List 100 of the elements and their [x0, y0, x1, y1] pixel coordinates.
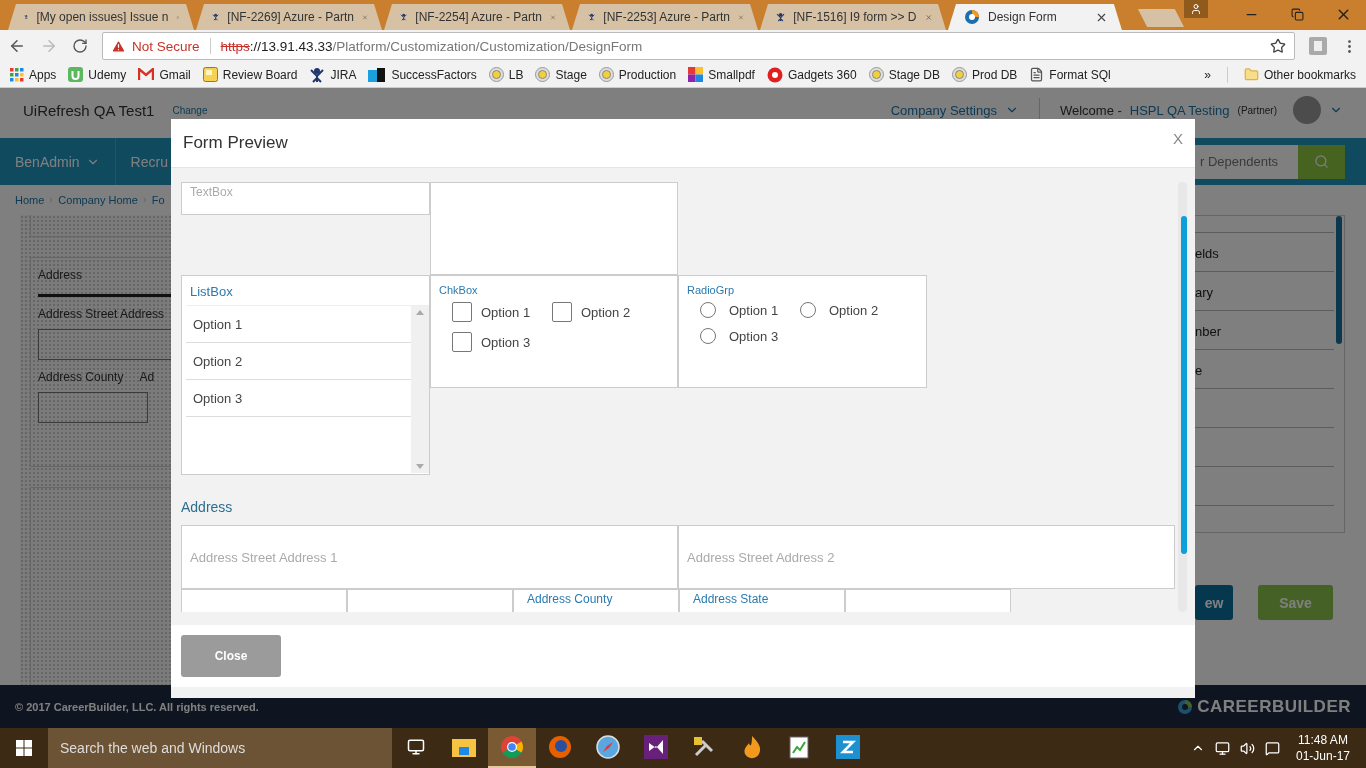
bookmark-link[interactable]: Stage	[535, 67, 587, 82]
target-icon	[598, 67, 614, 82]
firefox-icon[interactable]	[548, 735, 572, 759]
section-title: Address	[181, 499, 234, 515]
browser-tab[interactable]: [NF-2253] Azure - Partn	[572, 4, 758, 30]
welcome-text: Welcome -	[1059, 102, 1122, 118]
restore-icon[interactable]	[1290, 7, 1304, 21]
search-icon	[1314, 154, 1329, 169]
radio-button[interactable]	[700, 328, 716, 344]
apps-grid-icon	[10, 67, 24, 82]
circle-logo-icon	[766, 66, 783, 83]
other-bookmarks-link[interactable]: Other bookmarks	[1243, 67, 1356, 82]
radio-button[interactable]	[800, 302, 816, 318]
bookmark-link[interactable]: Prod DB	[952, 67, 1018, 82]
bookmark-link[interactable]: JIRA	[309, 66, 357, 83]
tools-icon[interactable]	[692, 735, 716, 759]
list-scrollbar[interactable]	[411, 306, 429, 473]
option-label: Option 2	[581, 304, 631, 320]
bookmark-link[interactable]: Format SQl	[1029, 67, 1111, 82]
field-label: Address Street Address	[38, 307, 166, 321]
scrollbar-thumb[interactable]	[1181, 216, 1187, 554]
notification-icon[interactable]	[1264, 740, 1280, 756]
logo: CAREERBUILDER	[1177, 696, 1351, 717]
folder-icon	[1243, 67, 1259, 82]
cloud-icon	[368, 66, 387, 83]
field-label: ChkBox	[438, 283, 479, 298]
browser-tab[interactable]: Design Form	[948, 4, 1122, 30]
colorful-square-icon	[688, 67, 704, 82]
field-label: RadioGrp	[686, 283, 736, 298]
bookmark-link[interactable]: Apps	[10, 67, 57, 82]
street-address-field[interactable]: Address Street Address 2	[678, 525, 1175, 589]
radio-button[interactable]	[700, 302, 716, 318]
clock[interactable]: 11:48 AM 01-Jun-17	[1289, 732, 1356, 764]
security-label: Not Secure	[132, 38, 200, 54]
logo-icon	[1177, 698, 1194, 715]
option-label: Option 3	[729, 328, 779, 344]
volume-icon[interactable]	[1239, 740, 1255, 756]
street-address-field[interactable]: Address Street Address 1	[181, 525, 678, 589]
app-tile-icon[interactable]	[836, 735, 860, 759]
bookmark-link[interactable]: Gadgets 360	[766, 66, 857, 83]
avatar	[1293, 96, 1321, 124]
scrollbar-thumb[interactable]	[1336, 216, 1342, 344]
field-list-item[interactable]: elds	[1195, 246, 1219, 261]
windows-logo-icon[interactable]	[16, 740, 32, 756]
bookmark-link[interactable]: Stage DB	[868, 67, 940, 82]
option-label: Option 1	[481, 304, 531, 320]
checkbox[interactable]	[552, 302, 572, 322]
document-icon	[1029, 67, 1045, 82]
target-icon	[488, 67, 504, 82]
target-icon	[952, 67, 967, 82]
bookmark-star-icon[interactable]	[1270, 38, 1286, 54]
bookmark-link[interactable]: Udemy	[68, 67, 127, 82]
user-icon	[1190, 3, 1202, 15]
company-name: UiRefresh QA Test1	[23, 101, 155, 119]
folder-icon[interactable]	[452, 737, 476, 757]
browser-tab[interactable]: [My open issues] Issue n	[8, 4, 194, 30]
checkbox[interactable]	[452, 302, 472, 322]
compass-icon[interactable]	[596, 735, 620, 759]
option-label: Option 1	[729, 302, 779, 318]
person-icon	[309, 66, 326, 83]
task-view-icon[interactable]	[407, 738, 425, 756]
target-icon	[535, 67, 551, 82]
browser-tab[interactable]: [NF-2254] Azure - Partn	[384, 4, 570, 30]
reload-icon[interactable]	[72, 38, 88, 54]
udemy-icon	[68, 67, 84, 82]
county-cell: Address County	[513, 589, 679, 612]
globe-icon	[964, 9, 980, 25]
search-field[interactable]: r Dependents	[1194, 144, 1298, 179]
option-label: Option 3	[481, 334, 531, 350]
url-text: https://13.91.43.33/Platform/Customization/Customization/DesignForm	[220, 38, 643, 54]
bookmark-link[interactable]: LB	[488, 67, 524, 82]
dialog-title: Form Preview	[183, 133, 288, 153]
field-label: TextBox	[189, 184, 234, 201]
chrome-icon[interactable]	[500, 735, 524, 759]
copyright-text: © 2017 CareerBuilder, LLC. All rights reserved.	[15, 700, 259, 713]
profile-button[interactable]	[1184, 0, 1208, 18]
bookmark-link[interactable]: Production	[598, 67, 677, 82]
browser-tab[interactable]: [NF-2269] Azure - Partn	[196, 4, 382, 30]
field-list-item[interactable]: e	[1195, 363, 1203, 378]
back-icon[interactable]	[8, 37, 26, 55]
bookmark-link[interactable]: SuccessFactors	[368, 66, 477, 83]
target-icon	[868, 67, 884, 82]
taskbar-search-field[interactable]: Search the web and Windows	[48, 728, 392, 768]
bookmark-link[interactable]: Review Board	[202, 67, 298, 82]
section-title: Address	[38, 268, 84, 282]
field-label: Ad	[139, 370, 155, 384]
overflow-chevron[interactable]: »	[1204, 67, 1211, 82]
studio-icon[interactable]	[644, 735, 668, 759]
close-link[interactable]: X	[1173, 129, 1183, 147]
address-field[interactable]: Not Secure https://13.91.43.33/Platform/Customization/Customization/DesignForm	[102, 32, 1295, 60]
bookmark-link[interactable]: Smallpdf	[688, 67, 755, 82]
role-text: (Partner)	[1237, 104, 1277, 116]
bookmark-link[interactable]: Gmail	[138, 67, 191, 82]
browser-tab[interactable]: [NF-1516] I9 form >> D	[760, 4, 946, 30]
field-list-item[interactable]: ary	[1195, 285, 1214, 300]
notepad-icon[interactable]	[789, 735, 811, 759]
field-list-item[interactable]: nber	[1195, 324, 1222, 339]
checkbox[interactable]	[452, 332, 472, 352]
mail-icon	[138, 68, 155, 81]
option-label: Option 2	[829, 302, 879, 318]
